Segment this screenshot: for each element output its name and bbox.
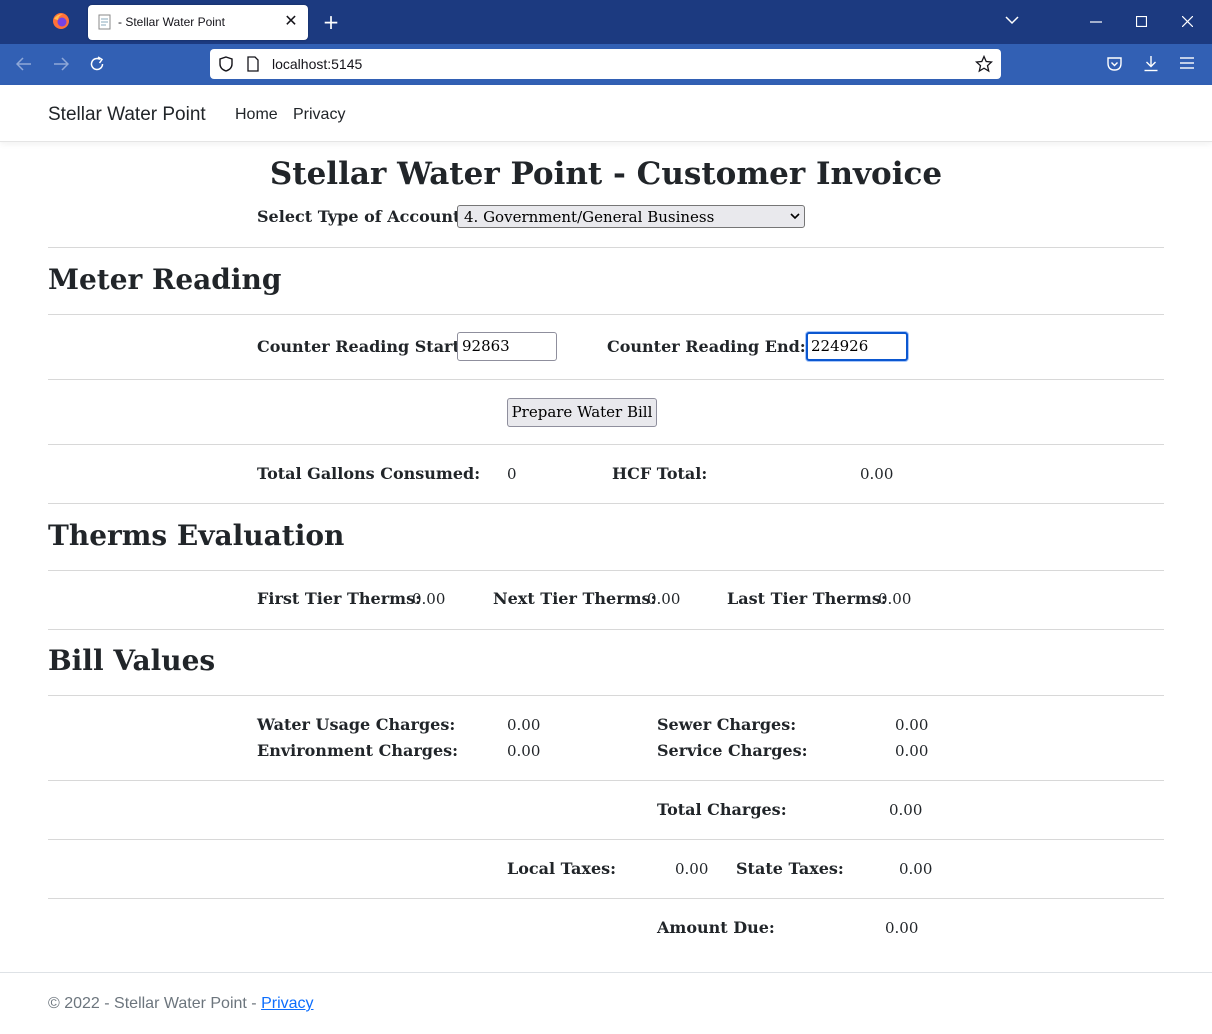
reading-start-input[interactable]: 92863 — [457, 332, 557, 361]
account-type-value: 4. Government/General Business — [464, 208, 715, 226]
shield-icon[interactable] — [218, 56, 234, 72]
state-taxes-label: State Taxes: — [736, 859, 844, 878]
url-text[interactable]: localhost:5145 — [272, 56, 362, 72]
footer-copyright: © 2022 - Stellar Water Point - — [48, 995, 262, 1012]
sewer-label: Sewer Charges: — [657, 715, 797, 734]
downloads-icon[interactable] — [1143, 55, 1159, 72]
divider — [48, 780, 1164, 781]
meter-reading-heading: Meter Reading — [48, 263, 282, 296]
divider — [48, 839, 1164, 840]
menu-icon[interactable] — [1180, 57, 1194, 69]
tab-title: - Stellar Water Point — [118, 15, 225, 29]
reload-icon[interactable] — [89, 56, 105, 72]
total-charges-value: 0.00 — [889, 801, 923, 819]
divider — [48, 379, 1164, 380]
list-all-tabs-icon[interactable] — [1005, 15, 1019, 25]
divider — [48, 898, 1164, 899]
water-usage-label: Water Usage Charges: — [257, 715, 456, 734]
divider — [48, 444, 1164, 445]
hcf-label: HCF Total: — [612, 464, 708, 483]
forward-icon[interactable] — [53, 57, 69, 71]
footer: © 2022 - Stellar Water Point - Privacy — [48, 995, 314, 1013]
therms-evaluation-heading: Therms Evaluation — [48, 519, 345, 552]
minimize-icon[interactable] — [1090, 21, 1102, 23]
account-type-label: Select Type of Account: — [257, 207, 467, 226]
water-usage-value: 0.00 — [507, 716, 541, 734]
account-type-select[interactable]: 4. Government/General Business — [457, 205, 805, 228]
active-tab[interactable]: - Stellar Water Point ✕ — [88, 5, 308, 40]
service-value: 0.00 — [895, 742, 929, 760]
page-info-icon[interactable] — [246, 56, 260, 72]
gallons-value: 0 — [507, 465, 517, 483]
maximize-icon[interactable] — [1136, 16, 1147, 27]
divider — [48, 247, 1164, 248]
total-charges-label: Total Charges: — [657, 800, 787, 819]
environment-label: Environment Charges: — [257, 741, 459, 760]
divider — [48, 503, 1164, 504]
browser-nav-bar: localhost:5145 — [0, 44, 1212, 85]
browser-tab-bar: - Stellar Water Point ✕ + — [0, 0, 1212, 44]
divider — [48, 629, 1164, 630]
sewer-value: 0.00 — [895, 716, 929, 734]
local-taxes-value: 0.00 — [675, 860, 709, 878]
firefox-icon[interactable] — [52, 12, 70, 30]
environment-value: 0.00 — [507, 742, 541, 760]
brand-link[interactable]: Stellar Water Point — [48, 104, 206, 126]
chevron-down-icon — [790, 213, 800, 220]
bill-values-heading: Bill Values — [48, 644, 216, 677]
pocket-icon[interactable] — [1106, 56, 1123, 72]
close-tab-icon[interactable]: ✕ — [282, 12, 300, 30]
next-tier-value: 0.00 — [647, 590, 681, 608]
hcf-value: 0.00 — [860, 465, 894, 483]
amount-due-label: Amount Due: — [657, 918, 775, 937]
local-taxes-label: Local Taxes: — [507, 859, 617, 878]
reading-end-input[interactable]: 224926 — [806, 332, 908, 361]
reading-end-label: Counter Reading End: — [607, 337, 806, 356]
nav-home[interactable]: Home — [235, 106, 278, 124]
last-tier-label: Last Tier Therms: — [727, 589, 887, 608]
last-tier-value: 0.00 — [878, 590, 912, 608]
divider — [48, 570, 1164, 571]
new-tab-button[interactable]: + — [320, 11, 342, 33]
divider — [48, 695, 1164, 696]
next-tier-label: Next Tier Therms: — [493, 589, 657, 608]
divider — [48, 314, 1164, 315]
first-tier-value: 0.00 — [412, 590, 446, 608]
gallons-label: Total Gallons Consumed: — [257, 464, 481, 483]
state-taxes-value: 0.00 — [899, 860, 933, 878]
page-icon — [98, 14, 111, 30]
address-bar[interactable]: localhost:5145 — [210, 49, 1001, 79]
page-title: Stellar Water Point - Customer Invoice — [269, 156, 943, 192]
service-label: Service Charges: — [657, 741, 808, 760]
amount-due-value: 0.00 — [885, 919, 919, 937]
reading-start-label: Counter Reading Start: — [257, 337, 466, 356]
nav-privacy[interactable]: Privacy — [293, 106, 345, 124]
bookmark-star-icon[interactable] — [975, 55, 993, 73]
back-icon[interactable] — [16, 57, 32, 71]
footer-divider — [0, 972, 1212, 973]
window-close-icon[interactable] — [1182, 16, 1193, 27]
site-header: Stellar Water Point Home Privacy — [0, 85, 1212, 142]
first-tier-label: First Tier Therms: — [257, 589, 421, 608]
footer-privacy-link[interactable]: Privacy — [261, 995, 313, 1012]
prepare-water-bill-button[interactable]: Prepare Water Bill — [507, 398, 657, 427]
